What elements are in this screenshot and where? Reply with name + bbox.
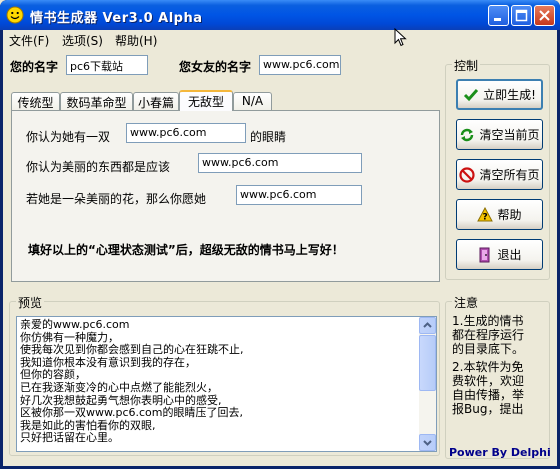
question-eyes-suffix: 的眼睛 bbox=[250, 130, 287, 144]
preview-group: 预览 亲爱的www.pc6.com 你仿佛有一种魔力， 使我每次见到你都会感到自… bbox=[9, 294, 440, 456]
tab-panel-invincible: 你认为她有一双 www.pc6.com 的眼睛 你认为美丽的东西都是应该 www… bbox=[11, 110, 440, 282]
notes-group-title: 注意 bbox=[452, 294, 481, 311]
clear-page-button-label: 清空当前页 bbox=[479, 128, 540, 142]
clear-all-button[interactable]: 清空所有页 bbox=[456, 159, 543, 190]
app-window: 情书生成器 Ver3.0 Alpha 文件(F) 选项(S) 帮助(H) 您的名… bbox=[0, 0, 560, 469]
notes-line: 费软件，欢迎 bbox=[452, 374, 525, 388]
my-name-input[interactable]: pc6下载站 bbox=[66, 55, 148, 75]
help-icon: ? bbox=[477, 206, 494, 222]
tab-na[interactable]: N/A bbox=[233, 92, 272, 111]
checkmark-icon bbox=[464, 88, 479, 101]
mouse-cursor-icon bbox=[394, 28, 407, 47]
chevron-down-icon bbox=[423, 440, 432, 446]
question-eyes-input[interactable]: www.pc6.com bbox=[126, 123, 246, 143]
scroll-down-button[interactable] bbox=[419, 434, 436, 451]
client-area: 文件(F) 选项(S) 帮助(H) 您的名字 pc6下载站 您女友的名字 www… bbox=[3, 28, 557, 466]
scroll-thumb[interactable] bbox=[419, 335, 436, 391]
question-beauty-label: 你认为美丽的东西都是应该 bbox=[26, 160, 171, 174]
refresh-icon bbox=[461, 128, 474, 141]
window-title: 情书生成器 Ver3.0 Alpha bbox=[30, 11, 203, 26]
preview-line: 已在我逐渐变冷的心中点燃了能能烈火， bbox=[20, 380, 218, 394]
maximize-button[interactable] bbox=[511, 5, 532, 26]
notes-line: 报Bug，提出 bbox=[452, 402, 524, 416]
preview-line: 使我每次见到你都会感到自己的心在狂跳不止, bbox=[20, 343, 244, 357]
generate-button-label: 立即生成! bbox=[483, 88, 536, 102]
notes-text: 1.生成的情书 都在程序运行 的目录底下。 2.本软件为免 费软件，欢迎 自由传… bbox=[452, 314, 548, 416]
chevron-up-icon bbox=[423, 322, 432, 328]
exit-button-label: 退出 bbox=[497, 248, 522, 262]
menu-bar: 文件(F) 选项(S) 帮助(H) bbox=[3, 30, 557, 48]
help-button-label: 帮助 bbox=[497, 208, 522, 222]
close-icon bbox=[539, 10, 550, 21]
exit-door-icon bbox=[479, 247, 490, 262]
svg-text:?: ? bbox=[483, 212, 488, 222]
notes-line: 1.生成的情书 bbox=[452, 314, 524, 328]
help-button[interactable]: ? 帮助 bbox=[456, 199, 543, 230]
notes-group: 注意 1.生成的情书 都在程序运行 的目录底下。 2.本软件为免 费软件，欢迎 … bbox=[445, 294, 551, 459]
minimize-icon bbox=[494, 18, 501, 21]
preview-lines: 亲爱的www.pc6.com 你仿佛有一种魔力， 使我每次见到你都会感到自己的心… bbox=[20, 318, 418, 445]
tab-traditional[interactable]: 传统型 bbox=[11, 92, 60, 111]
preview-line: 亲爱的www.pc6.com bbox=[20, 318, 130, 331]
generate-button[interactable]: 立即生成! bbox=[456, 79, 543, 110]
menu-help[interactable]: 帮助(H) bbox=[115, 32, 157, 49]
close-button[interactable] bbox=[534, 5, 555, 26]
notes-line: 自由传播，举 bbox=[452, 388, 525, 402]
question-eyes-label: 你认为她有一双 bbox=[26, 130, 111, 144]
minimize-button[interactable] bbox=[488, 5, 509, 26]
preview-textarea[interactable]: 亲爱的www.pc6.com 你仿佛有一种魔力， 使我每次见到你都会感到自己的心… bbox=[16, 316, 437, 452]
smiley-icon bbox=[6, 6, 24, 24]
control-group-title: 控制 bbox=[452, 57, 481, 74]
promo-text: 填好以上的“心理状态测试”后，超级无敌的情书马上写好！ bbox=[28, 243, 344, 257]
girlfriend-name-label: 您女友的名字 bbox=[179, 60, 252, 74]
exit-button[interactable]: 退出 bbox=[456, 239, 543, 270]
notes-line: 2.本软件为免 bbox=[452, 360, 524, 374]
notes-line: 的目录底下。 bbox=[452, 342, 525, 356]
preview-line: 只好把话留在心里。 bbox=[20, 431, 119, 445]
tab-digital-revolution[interactable]: 数码革命型 bbox=[60, 92, 133, 111]
tab-xiaochun[interactable]: 小春篇 bbox=[133, 92, 179, 111]
question-flower-label: 若她是一朵美丽的花，那么你愿她 bbox=[26, 192, 207, 206]
preview-line: 区被你那一双www.pc6.com的眼睛压了回去, bbox=[20, 406, 243, 420]
scroll-up-button[interactable] bbox=[419, 317, 436, 334]
menu-file[interactable]: 文件(F) bbox=[9, 32, 49, 49]
notes-line: 都在程序运行 bbox=[452, 328, 525, 342]
control-group: 控制 立即生成! 清空当前页 清空所有页 ? 帮助 退出 bbox=[445, 57, 550, 280]
title-bar[interactable]: 情书生成器 Ver3.0 Alpha bbox=[0, 0, 560, 30]
menu-options[interactable]: 选项(S) bbox=[62, 32, 103, 49]
my-name-label: 您的名字 bbox=[10, 60, 59, 74]
clear-all-button-label: 清空所有页 bbox=[479, 168, 540, 182]
girlfriend-name-input[interactable]: www.pc6.com bbox=[259, 55, 341, 75]
clear-page-button[interactable]: 清空当前页 bbox=[456, 119, 543, 150]
power-by-label: Power By Delphi bbox=[449, 446, 551, 459]
question-flower-input[interactable]: www.pc6.com bbox=[236, 185, 362, 205]
no-entry-icon bbox=[459, 166, 476, 183]
preview-scrollbar[interactable] bbox=[419, 317, 436, 451]
maximize-icon bbox=[515, 9, 528, 22]
question-beauty-input[interactable]: www.pc6.com bbox=[198, 153, 362, 173]
preview-group-title: 预览 bbox=[16, 294, 45, 311]
tab-invincible[interactable]: 无敌型 bbox=[179, 90, 233, 111]
